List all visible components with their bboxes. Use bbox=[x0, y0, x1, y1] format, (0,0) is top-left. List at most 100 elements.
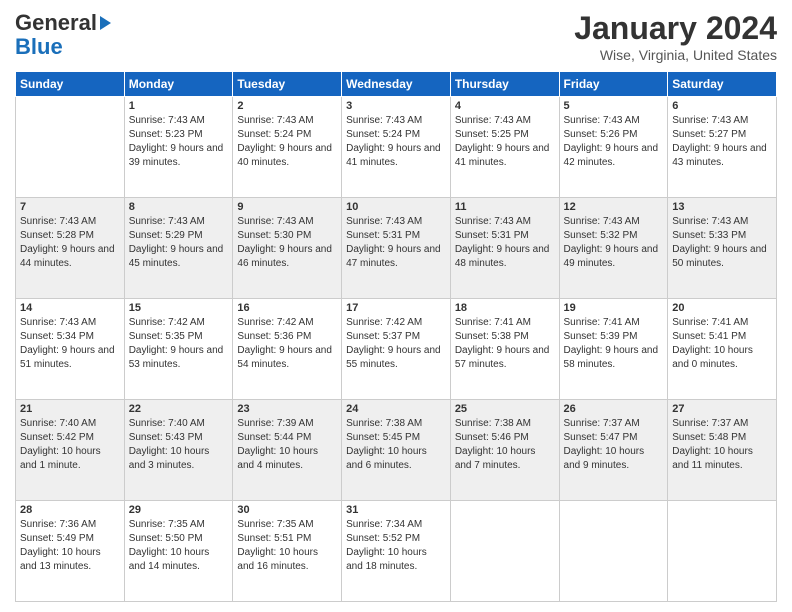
calendar-week-row: 14Sunrise: 7:43 AMSunset: 5:34 PMDayligh… bbox=[16, 299, 777, 400]
table-row: 13Sunrise: 7:43 AMSunset: 5:33 PMDayligh… bbox=[668, 198, 777, 299]
cell-info: Sunrise: 7:43 AMSunset: 5:29 PMDaylight:… bbox=[129, 215, 229, 271]
col-sunday: Sunday bbox=[16, 72, 125, 97]
cell-date: 7 bbox=[20, 201, 120, 213]
cell-info: Sunrise: 7:43 AMSunset: 5:27 PMDaylight:… bbox=[672, 114, 772, 170]
table-row: 6 Sunrise: 7:43 AMSunset: 5:27 PMDaylight… bbox=[668, 97, 777, 198]
cell-info: Sunrise: 7:43 AMSunset: 5:23 PMDaylight:… bbox=[129, 114, 229, 170]
cell-date: 17 bbox=[346, 302, 446, 314]
cell-info: Sunrise: 7:38 AMSunset: 5:46 PMDaylight:… bbox=[455, 417, 555, 473]
table-row: 17Sunrise: 7:42 AMSunset: 5:37 PMDayligh… bbox=[342, 299, 451, 400]
cell-info: Sunrise: 7:37 AMSunset: 5:48 PMDaylight:… bbox=[672, 417, 772, 473]
table-row: 10Sunrise: 7:43 AMSunset: 5:31 PMDayligh… bbox=[342, 198, 451, 299]
table-row: 20Sunrise: 7:41 AMSunset: 5:41 PMDayligh… bbox=[668, 299, 777, 400]
col-monday: Monday bbox=[124, 72, 233, 97]
table-row: 18Sunrise: 7:41 AMSunset: 5:38 PMDayligh… bbox=[450, 299, 559, 400]
cell-date: 19 bbox=[564, 302, 664, 314]
cell-date: 28 bbox=[20, 504, 120, 516]
col-saturday: Saturday bbox=[668, 72, 777, 97]
cell-date: 8 bbox=[129, 201, 229, 213]
table-row: 2 Sunrise: 7:43 AMSunset: 5:24 PMDaylight… bbox=[233, 97, 342, 198]
cell-date: 13 bbox=[672, 201, 772, 213]
cell-info: Sunrise: 7:43 AMSunset: 5:31 PMDaylight:… bbox=[455, 215, 555, 271]
cell-info: Sunrise: 7:43 AMSunset: 5:24 PMDaylight:… bbox=[237, 114, 337, 170]
cell-info: Sunrise: 7:41 AMSunset: 5:39 PMDaylight:… bbox=[564, 316, 664, 372]
table-row: 19 Sunrise: 7:41 AMSunset: 5:39 PMDayligh… bbox=[559, 299, 668, 400]
table-row: 26 Sunrise: 7:37 AMSunset: 5:47 PMDayligh… bbox=[559, 400, 668, 501]
table-row: 7 Sunrise: 7:43 AMSunset: 5:28 PMDaylight… bbox=[16, 198, 125, 299]
table-row: 25 Sunrise: 7:38 AMSunset: 5:46 PMDayligh… bbox=[450, 400, 559, 501]
cell-date: 26 bbox=[564, 403, 664, 415]
cell-info: Sunrise: 7:43 AMSunset: 5:25 PMDaylight:… bbox=[455, 114, 555, 170]
table-row: 12Sunrise: 7:43 AMSunset: 5:32 PMDayligh… bbox=[559, 198, 668, 299]
table-row: 29Sunrise: 7:35 AMSunset: 5:50 PMDayligh… bbox=[124, 501, 233, 602]
logo-line: General bbox=[15, 10, 111, 36]
cell-date: 31 bbox=[346, 504, 446, 516]
calendar-week-row: 7 Sunrise: 7:43 AMSunset: 5:28 PMDaylight… bbox=[16, 198, 777, 299]
cell-info: Sunrise: 7:34 AMSunset: 5:52 PMDaylight:… bbox=[346, 518, 446, 574]
table-row: 22 Sunrise: 7:40 AMSunset: 5:43 PMDayligh… bbox=[124, 400, 233, 501]
cell-date: 1 bbox=[129, 100, 229, 112]
table-row: 30Sunrise: 7:35 AMSunset: 5:51 PMDayligh… bbox=[233, 501, 342, 602]
calendar-table: Sunday Monday Tuesday Wednesday Thursday… bbox=[15, 71, 777, 602]
logo-blue: Blue bbox=[15, 36, 63, 58]
table-row: 11 Sunrise: 7:43 AMSunset: 5:31 PMDayligh… bbox=[450, 198, 559, 299]
cell-date: 12 bbox=[564, 201, 664, 213]
cell-info: Sunrise: 7:40 AMSunset: 5:42 PMDaylight:… bbox=[20, 417, 120, 473]
cell-date: 16 bbox=[237, 302, 337, 314]
col-tuesday: Tuesday bbox=[233, 72, 342, 97]
cell-date: 15 bbox=[129, 302, 229, 314]
cell-date: 25 bbox=[455, 403, 555, 415]
cell-date: 22 bbox=[129, 403, 229, 415]
page: General Blue January 2024 Wise, Virginia… bbox=[0, 0, 792, 612]
table-row: 31 Sunrise: 7:34 AMSunset: 5:52 PMDayligh… bbox=[342, 501, 451, 602]
cell-info: Sunrise: 7:43 AMSunset: 5:30 PMDaylight:… bbox=[237, 215, 337, 271]
cell-info: Sunrise: 7:37 AMSunset: 5:47 PMDaylight:… bbox=[564, 417, 664, 473]
cell-date: 9 bbox=[237, 201, 337, 213]
cell-date: 2 bbox=[237, 100, 337, 112]
col-friday: Friday bbox=[559, 72, 668, 97]
calendar-header-row: Sunday Monday Tuesday Wednesday Thursday… bbox=[16, 72, 777, 97]
table-row: 14Sunrise: 7:43 AMSunset: 5:34 PMDayligh… bbox=[16, 299, 125, 400]
table-row: 9 Sunrise: 7:43 AMSunset: 5:30 PMDaylight… bbox=[233, 198, 342, 299]
cell-date: 10 bbox=[346, 201, 446, 213]
cell-date: 14 bbox=[20, 302, 120, 314]
cell-date: 21 bbox=[20, 403, 120, 415]
table-row: 24Sunrise: 7:38 AMSunset: 5:45 PMDayligh… bbox=[342, 400, 451, 501]
table-row: 16 Sunrise: 7:42 AMSunset: 5:36 PMDayligh… bbox=[233, 299, 342, 400]
cell-date: 6 bbox=[672, 100, 772, 112]
table-row: 27 Sunrise: 7:37 AMSunset: 5:48 PMDayligh… bbox=[668, 400, 777, 501]
cell-date: 20 bbox=[672, 302, 772, 314]
cell-date: 24 bbox=[346, 403, 446, 415]
table-row bbox=[450, 501, 559, 602]
page-subtitle: Wise, Virginia, United States bbox=[574, 47, 777, 63]
table-row: 21 Sunrise: 7:40 AMSunset: 5:42 PMDayligh… bbox=[16, 400, 125, 501]
cell-date: 30 bbox=[237, 504, 337, 516]
cell-info: Sunrise: 7:43 AMSunset: 5:28 PMDaylight:… bbox=[20, 215, 120, 271]
table-row: 3Sunrise: 7:43 AMSunset: 5:24 PMDaylight… bbox=[342, 97, 451, 198]
cell-info: Sunrise: 7:42 AMSunset: 5:35 PMDaylight:… bbox=[129, 316, 229, 372]
table-row: 8 Sunrise: 7:43 AMSunset: 5:29 PMDaylight… bbox=[124, 198, 233, 299]
table-row: 1 Sunrise: 7:43 AMSunset: 5:23 PMDaylight… bbox=[124, 97, 233, 198]
cell-info: Sunrise: 7:35 AMSunset: 5:50 PMDaylight:… bbox=[129, 518, 229, 574]
cell-info: Sunrise: 7:42 AMSunset: 5:36 PMDaylight:… bbox=[237, 316, 337, 372]
calendar-week-row: 21 Sunrise: 7:40 AMSunset: 5:42 PMDayligh… bbox=[16, 400, 777, 501]
cell-date: 11 bbox=[455, 201, 555, 213]
cell-date: 23 bbox=[237, 403, 337, 415]
table-row: 4 Sunrise: 7:43 AMSunset: 5:25 PMDaylight… bbox=[450, 97, 559, 198]
table-row bbox=[16, 97, 125, 198]
cell-info: Sunrise: 7:40 AMSunset: 5:43 PMDaylight:… bbox=[129, 417, 229, 473]
cell-date: 3 bbox=[346, 100, 446, 112]
cell-date: 5 bbox=[564, 100, 664, 112]
page-title: January 2024 bbox=[574, 10, 777, 47]
cell-info: Sunrise: 7:39 AMSunset: 5:44 PMDaylight:… bbox=[237, 417, 337, 473]
cell-date: 18 bbox=[455, 302, 555, 314]
col-thursday: Thursday bbox=[450, 72, 559, 97]
cell-info: Sunrise: 7:43 AMSunset: 5:26 PMDaylight:… bbox=[564, 114, 664, 170]
header: General Blue January 2024 Wise, Virginia… bbox=[15, 10, 777, 63]
logo-general: General bbox=[15, 10, 97, 36]
logo: General Blue bbox=[15, 10, 111, 58]
cell-date: 4 bbox=[455, 100, 555, 112]
cell-date: 27 bbox=[672, 403, 772, 415]
table-row: 23 Sunrise: 7:39 AMSunset: 5:44 PMDayligh… bbox=[233, 400, 342, 501]
table-row bbox=[559, 501, 668, 602]
